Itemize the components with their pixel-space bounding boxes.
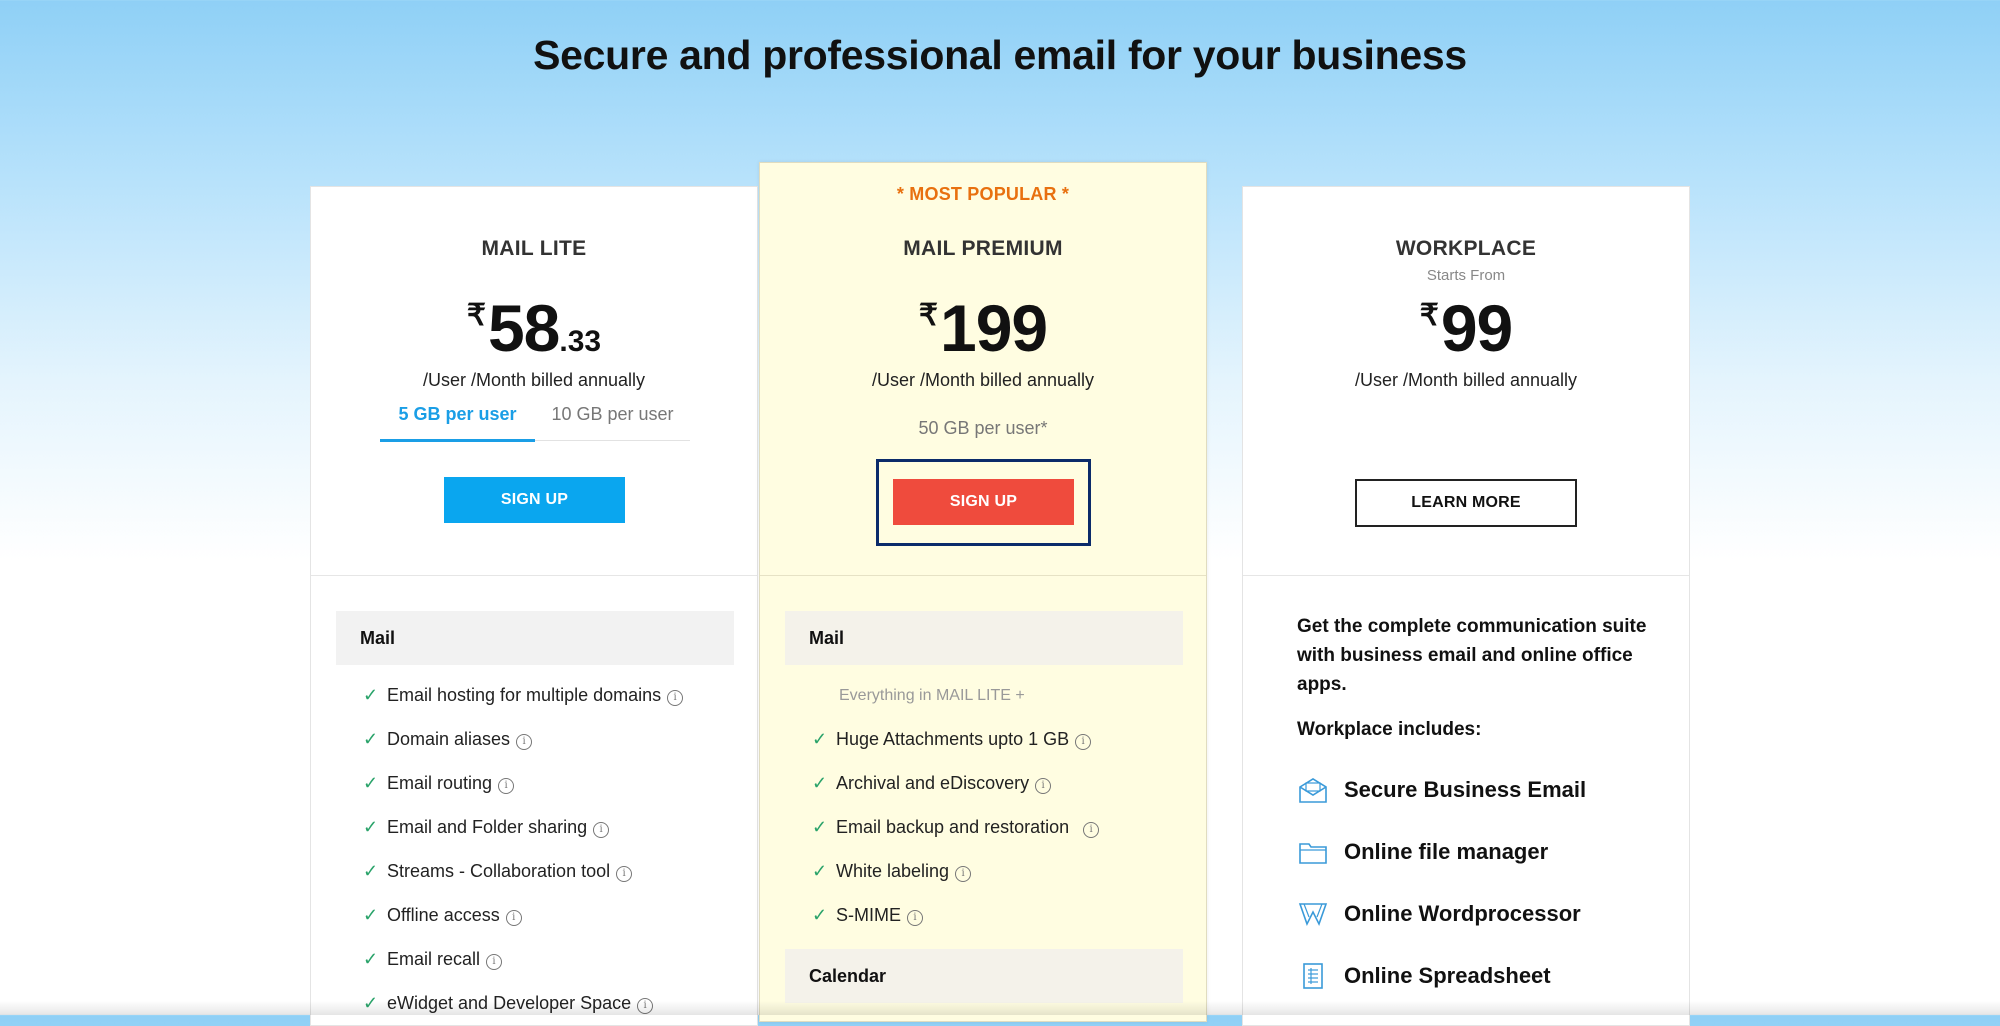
section-header-calendar: Calendar [785,949,1183,1003]
include-label: Online Wordprocessor [1344,901,1581,926]
currency-symbol: ₹ [918,299,938,332]
list-item: ✓ White labeling i [812,861,972,882]
signup-button[interactable]: SIGN UP [444,477,625,523]
feature-label: Offline access [387,905,500,925]
list-item: ✓ Email and Folder sharing i [363,817,610,838]
check-icon: ✓ [812,905,828,925]
billing-note: /User /Month billed annually [1354,370,1578,390]
feature-label: Archival and eDiscovery [836,773,1030,793]
plan-card-workplace: WORKPLACE Starts From ₹99 /User /Month b… [1242,186,1690,1026]
info-icon[interactable]: i [1075,734,1092,750]
feature-label: Email hosting for multiple domains [387,685,662,705]
list-item: Online Spreadsheet [1297,960,1551,992]
divider [760,575,1206,576]
writer-icon [1297,900,1329,928]
check-icon: ✓ [812,861,828,881]
list-item: ✓ Streams - Collaboration tool i [363,861,633,882]
check-icon: ✓ [363,685,379,705]
list-item: ✓ Huge Attachments upto 1 GB i [812,729,1092,750]
tab-5gb[interactable]: 5 GB per user [380,402,535,442]
list-item: ✓ Email backup and restoration i [812,817,1100,838]
plan-name: WORKPLACE [1395,237,1537,260]
list-item: Online file manager [1297,836,1548,868]
check-icon: ✓ [363,729,379,749]
info-icon[interactable]: i [498,778,515,794]
price-decimal: .33 [559,325,602,358]
plan-name: MAIL LITE [481,237,587,260]
feature-label: White labeling [836,861,950,881]
check-icon: ✓ [812,773,828,793]
storage-tabs: 5 GB per user 10 GB per user [380,402,690,442]
info-icon[interactable]: i [486,954,503,970]
divider [1243,575,1689,576]
include-label: Secure Business Email [1344,777,1587,802]
divider [311,575,757,576]
feature-label: Email recall [387,949,481,969]
tab-10gb[interactable]: 10 GB per user [535,402,690,440]
info-icon[interactable]: i [667,690,684,706]
feature-label: S-MIME [836,905,901,925]
plan-name: MAIL PREMIUM [903,237,1063,260]
info-icon[interactable]: i [955,866,972,882]
price-main: 199 [939,291,1048,365]
list-item: ✓ Archival and eDiscovery i [812,773,1052,794]
list-item: ✓ Email routing i [363,773,515,794]
currency-symbol: ₹ [1419,299,1439,332]
check-icon: ✓ [363,905,379,925]
check-icon: ✓ [363,817,379,837]
most-popular-badge: * MOST POPULAR * [896,184,1070,204]
check-icon: ✓ [812,729,828,749]
info-icon[interactable]: i [505,910,522,926]
include-label: Online Spreadsheet [1344,963,1551,988]
section-header-mail: Mail [785,611,1183,665]
starts-from-label: Starts From [1426,267,1506,284]
folder-icon [1297,838,1329,866]
plan-card-mail-lite: MAIL LITE ₹58.33 /User /Month billed ann… [310,186,758,1026]
list-item: ✓ Email recall i [363,949,503,970]
check-icon: ✓ [363,949,379,969]
list-item: ✓ Email hosting for multiple domains i [363,685,684,706]
info-icon[interactable]: i [907,910,923,926]
feature-label: Streams - Collaboration tool [387,861,611,881]
plan-price: ₹58.33 [311,295,757,361]
check-icon: ✓ [363,773,379,793]
feature-label: Huge Attachments upto 1 GB [836,729,1070,749]
info-icon[interactable]: i [1083,822,1100,838]
everything-in-lite-note: Everything in MAIL LITE + [839,687,1025,704]
feature-label: Email and Folder sharing [387,817,588,837]
page-headline: Secure and professional email for your b… [533,32,1467,78]
check-icon: ✓ [812,817,828,837]
billing-note: /User /Month billed annually [422,370,646,390]
feature-label: Domain aliases [387,729,511,749]
storage-label: 50 GB per user* [918,418,1048,438]
list-item: ✓ Domain aliases i [363,729,533,750]
spreadsheet-icon [1297,962,1329,990]
list-item: Secure Business Email [1297,774,1586,806]
signup-button[interactable]: SIGN UP [893,479,1074,525]
list-item: ✓ Offline access i [363,905,522,926]
plan-price: ₹199 [760,295,1206,361]
mail-envelope-icon [1297,776,1329,804]
include-label: Online file manager [1344,839,1549,864]
feature-label: Email backup and restoration [836,817,1070,837]
workplace-includes-title: Workplace includes: [1297,719,1482,740]
price-main: 58 [487,291,560,365]
check-icon: ✓ [363,861,379,881]
section-header-mail: Mail [336,611,734,665]
currency-symbol: ₹ [466,299,486,332]
billing-note: /User /Month billed annually [871,370,1095,390]
list-item: ✓ S-MIME i [812,905,923,926]
plan-card-mail-premium: * MOST POPULAR * MAIL PREMIUM ₹199 /User… [759,162,1207,1022]
learn-more-button[interactable]: LEARN MORE [1355,479,1577,527]
info-icon[interactable]: i [593,822,610,838]
info-icon[interactable]: i [1035,778,1052,794]
bottom-fade [0,1001,2000,1015]
list-item: Online Wordprocessor [1297,898,1581,930]
workplace-description: Get the complete communication suite wit… [1297,616,1647,695]
plan-price: ₹99 [1243,295,1689,361]
info-icon[interactable]: i [516,734,533,750]
feature-label: Email routing [387,773,493,793]
info-icon[interactable]: i [616,866,633,882]
price-main: 99 [1440,291,1513,365]
